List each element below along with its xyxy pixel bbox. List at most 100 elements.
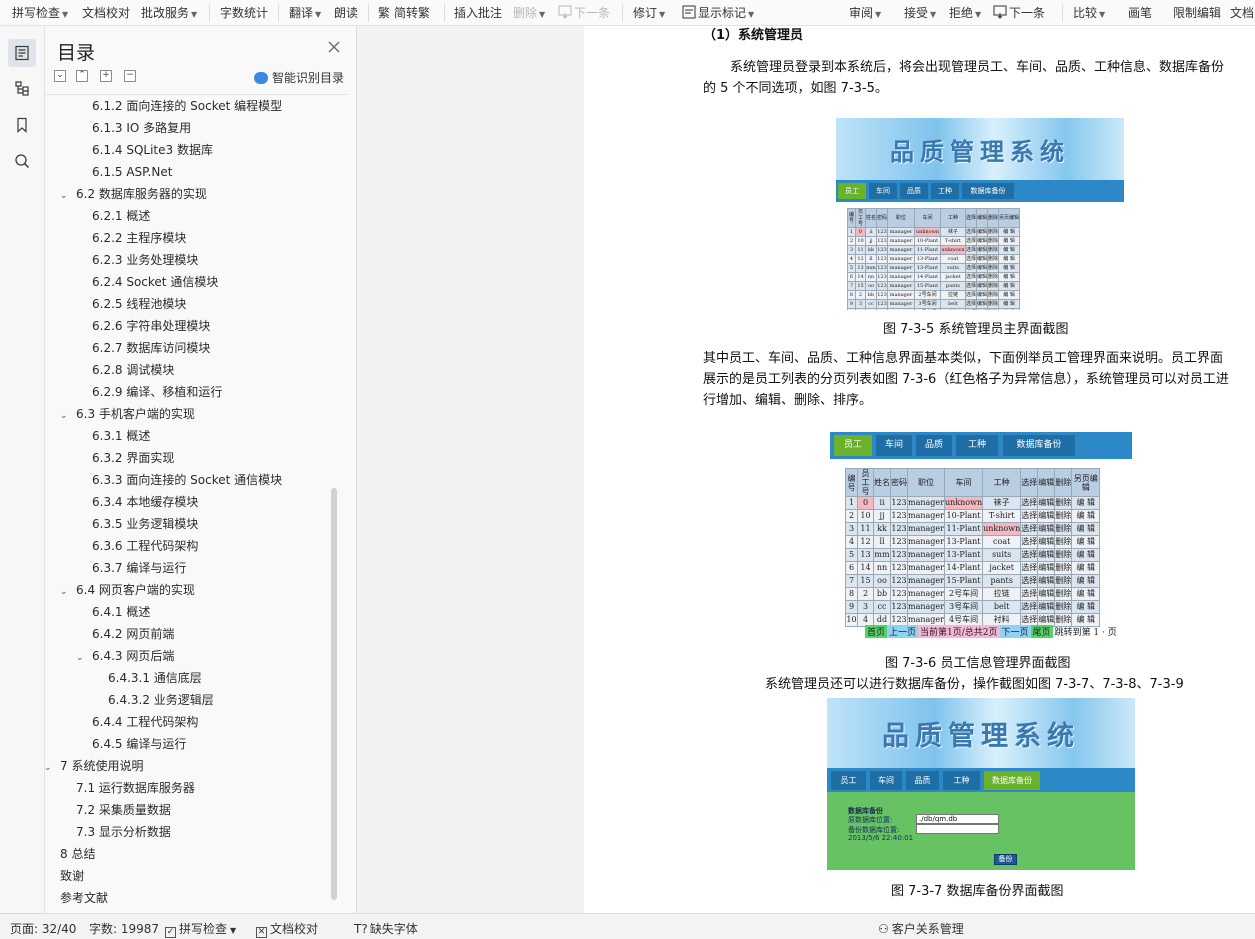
toc-item[interactable]: 6.3.6 工程代码架构 — [92, 535, 198, 557]
next-page-link[interactable]: 下一页 — [999, 625, 1031, 638]
toc-item[interactable]: 6.2.7 数据库访问模块 — [92, 337, 210, 359]
table-action-cell[interactable]: 编 辑 — [998, 308, 1021, 310]
toc-item[interactable]: ⌄ 6.4 网页客户端的实现 — [60, 579, 195, 601]
table-action-cell[interactable]: 选择 — [1020, 535, 1039, 549]
column-header[interactable]: 密码 — [890, 468, 908, 497]
column-header[interactable]: 编号 — [847, 208, 856, 228]
table-action-cell[interactable]: 选择 — [1020, 587, 1039, 601]
table-action-cell[interactable]: 删除 — [987, 227, 1000, 237]
toc-scrollbar[interactable] — [331, 488, 337, 900]
table-action-cell[interactable]: 编辑 — [1037, 574, 1056, 588]
column-header[interactable]: 职位 — [887, 208, 915, 228]
table-action-cell[interactable]: 编辑 — [976, 245, 989, 255]
table-action-cell[interactable]: 编 辑 — [998, 236, 1021, 246]
toc-item[interactable]: 6.2.5 线程池模块 — [92, 293, 186, 315]
toc-item[interactable]: 6.4.5 编译与运行 — [92, 733, 186, 755]
expand-level-button[interactable]: ⌃ — [76, 70, 88, 82]
table-action-cell[interactable]: 选择 — [1020, 561, 1039, 575]
toc-item[interactable]: 6.3.5 业务逻辑模块 — [92, 513, 198, 535]
table-action-cell[interactable]: 编 辑 — [1071, 535, 1101, 549]
table-action-cell[interactable]: 删除 — [1054, 509, 1073, 523]
review-pane-button[interactable]: 审阅 ▼ — [849, 5, 881, 21]
read-aloud-button[interactable]: 朗读 — [334, 5, 358, 21]
column-header[interactable]: 员工号 — [857, 468, 874, 497]
app-tab[interactable]: 数据库备份 — [962, 183, 1014, 199]
app-tab[interactable]: 车间 — [870, 771, 902, 790]
table-action-cell[interactable]: 删除 — [987, 290, 1000, 300]
toc-item[interactable]: 6.2.8 调试模块 — [92, 359, 174, 381]
toc-item[interactable]: 6.2.3 业务处理模块 — [92, 249, 198, 271]
app-tab[interactable]: 车间 — [869, 183, 897, 199]
table-action-cell[interactable]: 删除 — [987, 254, 1000, 264]
table-action-cell[interactable]: 删除 — [1054, 561, 1073, 575]
add-heading-button[interactable]: + — [100, 70, 112, 82]
app-tab[interactable]: 品质 — [916, 435, 952, 456]
table-action-cell[interactable]: 编 辑 — [1071, 574, 1101, 588]
app-tab[interactable]: 数据库备份 — [1003, 435, 1075, 456]
bookmark-rail-button[interactable] — [8, 111, 36, 139]
table-action-cell[interactable]: 编辑 — [1037, 522, 1056, 536]
table-action-cell[interactable]: 编 辑 — [1071, 561, 1101, 575]
reject-button[interactable]: 拒绝 ▼ — [949, 5, 981, 21]
table-action-cell[interactable]: 删除 — [987, 245, 1000, 255]
toc-item[interactable]: 7.3 显示分析数据 — [76, 821, 171, 843]
toc-item[interactable]: 6.4.1 概述 — [92, 601, 150, 623]
translate-button[interactable]: 翻译 ▼ — [289, 5, 321, 21]
toc-item[interactable]: 6.2.9 编译、移植和运行 — [92, 381, 222, 403]
toc-item[interactable]: 6.3.1 概述 — [92, 425, 150, 447]
outline-rail-button[interactable] — [8, 74, 36, 102]
app-tab[interactable]: 数据库备份 — [984, 771, 1040, 790]
app-tab[interactable]: 工种 — [956, 435, 998, 456]
table-action-cell[interactable]: 删除 — [987, 272, 1000, 282]
toc-item[interactable]: 6.1.4 SQLite3 数据库 — [92, 139, 213, 161]
table-action-cell[interactable]: 选择 — [1020, 496, 1039, 510]
table-action-cell[interactable]: 编 辑 — [1071, 548, 1101, 562]
table-action-cell[interactable]: 选择 — [1020, 522, 1039, 536]
column-header[interactable]: 删除 — [1054, 468, 1073, 497]
table-action-cell[interactable]: 删除 — [987, 308, 1000, 310]
table-action-cell[interactable]: 选择 — [964, 227, 978, 237]
toc-item[interactable]: ⌄ 7 系统使用说明 — [45, 755, 143, 777]
toc-item[interactable]: 6.4.3.1 通信底层 — [108, 667, 202, 689]
table-action-cell[interactable]: 编 辑 — [998, 245, 1021, 255]
table-action-cell[interactable]: 删除 — [987, 263, 1000, 273]
toc-item[interactable]: 8 总结 — [60, 843, 95, 865]
toc-item[interactable]: ⌄ 6.2 数据库服务器的实现 — [60, 183, 207, 205]
column-header[interactable]: 姓名 — [865, 208, 877, 228]
column-header[interactable]: 编号 — [845, 468, 858, 497]
toc-item[interactable]: 参考文献 — [60, 887, 108, 909]
table-action-cell[interactable]: 删除 — [987, 236, 1000, 246]
table-action-cell[interactable]: 编辑 — [976, 227, 989, 237]
table-action-cell[interactable]: 选择 — [964, 290, 978, 300]
column-header[interactable]: 选择 — [964, 208, 978, 228]
table-action-cell[interactable]: 删除 — [1054, 522, 1073, 536]
page-jump[interactable]: 跳转到第 1 · 页 — [1053, 625, 1119, 638]
table-action-cell[interactable]: 编 辑 — [1071, 509, 1101, 523]
toc-item[interactable]: 6.3.7 编译与运行 — [92, 557, 186, 579]
compare-button[interactable]: 比较 ▼ — [1073, 5, 1105, 21]
column-header[interactable]: 另页编辑 — [998, 208, 1021, 228]
toc-item[interactable]: 6.2.1 概述 — [92, 205, 150, 227]
toc-item[interactable]: 7.1 运行数据库服务器 — [76, 777, 195, 799]
table-action-cell[interactable]: 编辑 — [1037, 535, 1056, 549]
next-comment-button[interactable]: 下一条 — [558, 5, 610, 21]
table-action-cell[interactable]: 选择 — [964, 263, 978, 273]
track-changes-button[interactable]: 修订 ▼ — [633, 5, 665, 21]
table-action-cell[interactable]: 编 辑 — [998, 263, 1021, 273]
collapse-all-button[interactable]: ⌄ — [54, 70, 66, 82]
toc-item[interactable]: 6.3.2 界面实现 — [92, 447, 174, 469]
table-action-cell[interactable]: 编辑 — [976, 236, 989, 246]
toc-item[interactable]: ⌄ 6.3 手机客户端的实现 — [60, 403, 195, 425]
table-action-cell[interactable]: 选择 — [964, 272, 978, 282]
toc-item[interactable]: 6.1.2 面向连接的 Socket 编程模型 — [92, 95, 282, 117]
table-action-cell[interactable]: 选择 — [1020, 509, 1039, 523]
table-action-cell[interactable]: 编辑 — [976, 290, 989, 300]
search-rail-button[interactable] — [8, 147, 36, 175]
table-action-cell[interactable]: 删除 — [987, 299, 1000, 309]
table-action-cell[interactable]: 删除 — [987, 281, 1000, 291]
table-action-cell[interactable]: 删除 — [1054, 600, 1073, 614]
proofread-status[interactable]: ✕ 文档校对 — [256, 920, 318, 938]
column-header[interactable]: 车间 — [914, 208, 941, 228]
delete-comment-button[interactable]: 删除 ▼ — [513, 5, 545, 21]
table-action-cell[interactable]: 选择 — [964, 281, 978, 291]
